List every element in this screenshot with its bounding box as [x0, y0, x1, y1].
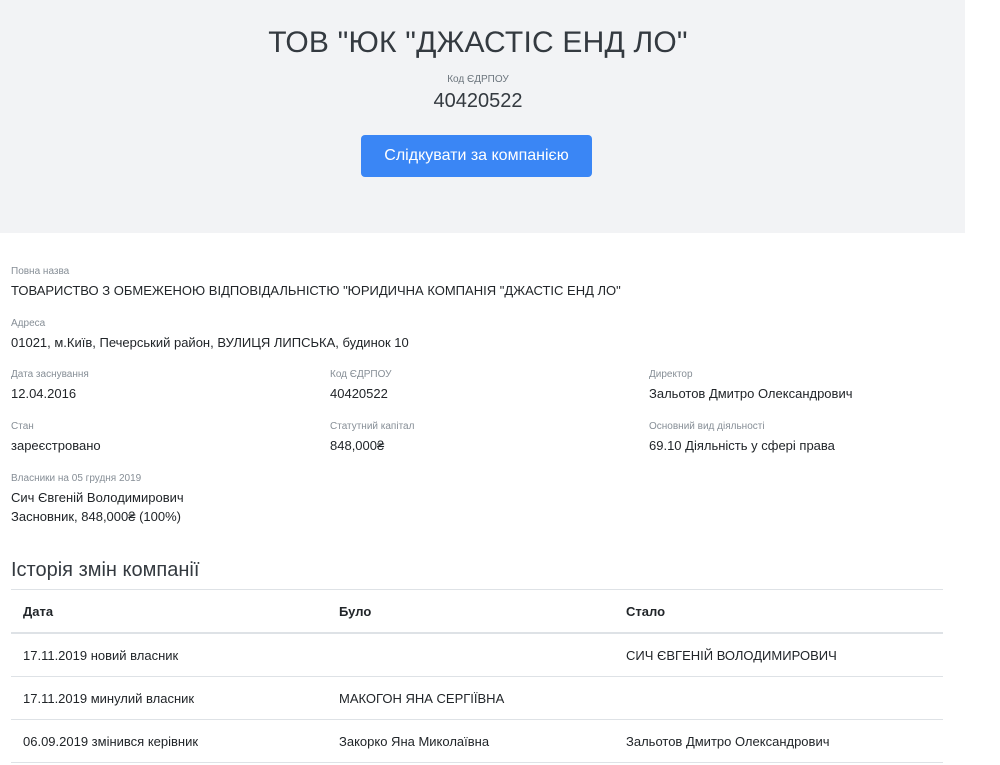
history-header-was: Було: [327, 589, 614, 634]
right-margin: [965, 0, 1000, 765]
history-row: 06.09.2019 змінився керівник Закорко Яна…: [11, 719, 943, 763]
company-page: ТОВ "ЮК "ДЖАСТІС ЕНД ЛО" Код ЄДРПОУ 4042…: [0, 0, 1000, 765]
history-row-was: МАКОГОН ЯНА СЕРГІЇВНА: [327, 676, 614, 720]
founded-label: Дата заснування: [11, 369, 89, 380]
code-field: Код ЄДРПОУ 40420522: [330, 369, 630, 403]
founded-value: 12.04.2016: [11, 386, 77, 401]
address-value: 01021, м.Київ, Печерський район, ВУЛИЦЯ …: [11, 335, 409, 350]
history-header-date: Дата: [11, 589, 327, 634]
activity-value: 69.10 Діяльність у сфері права: [649, 438, 835, 453]
history-row-became: Зальотов Дмитро Олександрович: [614, 719, 943, 763]
owner-share: Засновник, 848,000₴ (100%): [11, 509, 181, 524]
history-header-became: Стало: [614, 589, 943, 634]
address-label: Адреса: [11, 318, 46, 329]
address-field: Адреса 01021, м.Київ, Печерський район, …: [11, 318, 911, 352]
capital-field: Статутний капітал 848,000₴: [330, 421, 630, 455]
activity-field: Основний вид діяльності 69.10 Діяльність…: [649, 421, 939, 455]
history-title: Історія змін компанії: [11, 559, 200, 581]
history-header-row: Дата Було Стало: [11, 589, 943, 634]
director-field: Директор Зальотов Дмитро Олександрович: [649, 369, 939, 403]
history-row-date: 17.11.2019 минулий власник: [11, 676, 327, 720]
director-value: Зальотов Дмитро Олександрович: [649, 386, 853, 401]
history-row-became: [614, 676, 943, 720]
full-name-label: Повна назва: [11, 266, 70, 277]
full-name-field: Повна назва ТОВАРИСТВО З ОБМЕЖЕНОЮ ВІДПО…: [11, 266, 911, 300]
status-label: Стан: [11, 421, 34, 432]
history-row-was: Закорко Яна Миколаївна: [327, 719, 614, 763]
director-label: Директор: [649, 369, 693, 380]
history-row: 17.11.2019 новий власник СИЧ ЄВГЕНІЙ ВОЛ…: [11, 633, 943, 677]
capital-value: 848,000₴: [330, 438, 385, 453]
company-short-name: ТОВ "ЮК "ДЖАСТІС ЕНД ЛО": [268, 26, 688, 59]
owners-label: Власники на 05 грудня 2019: [11, 473, 142, 484]
company-header: ТОВ "ЮК "ДЖАСТІС ЕНД ЛО" Код ЄДРПОУ 4042…: [0, 0, 965, 233]
status-field: Стан зареєстровано: [11, 421, 311, 455]
owners-field: Власники на 05 грудня 2019 Сич Євгеній В…: [11, 473, 611, 526]
history-row-date: 17.11.2019 новий власник: [11, 633, 327, 677]
company-code-label: Код ЄДРПОУ: [447, 74, 509, 85]
history-row-date: 06.09.2019 змінився керівник: [11, 719, 327, 763]
company-code: 40420522: [433, 90, 523, 112]
follow-company-button[interactable]: Слідкувати за компанією: [361, 135, 592, 177]
history-row-became: СИЧ ЄВГЕНІЙ ВОЛОДИМИРОВИЧ: [614, 633, 943, 677]
capital-label: Статутний капітал: [330, 421, 415, 432]
founded-field: Дата заснування 12.04.2016: [11, 369, 311, 403]
history-table: Дата Було Стало 17.11.2019 новий власник…: [11, 589, 943, 763]
history-row: 17.11.2019 минулий власник МАКОГОН ЯНА С…: [11, 676, 943, 720]
history-row-was: [327, 633, 614, 677]
status-value: зареєстровано: [11, 438, 101, 453]
activity-label: Основний вид діяльності: [649, 421, 765, 432]
code-value: 40420522: [330, 386, 388, 401]
owner-name: Сич Євгеній Володимирович: [11, 490, 184, 505]
code-label: Код ЄДРПОУ: [330, 369, 392, 380]
full-name-value: ТОВАРИСТВО З ОБМЕЖЕНОЮ ВІДПОВІДАЛЬНІСТЮ …: [11, 283, 621, 298]
